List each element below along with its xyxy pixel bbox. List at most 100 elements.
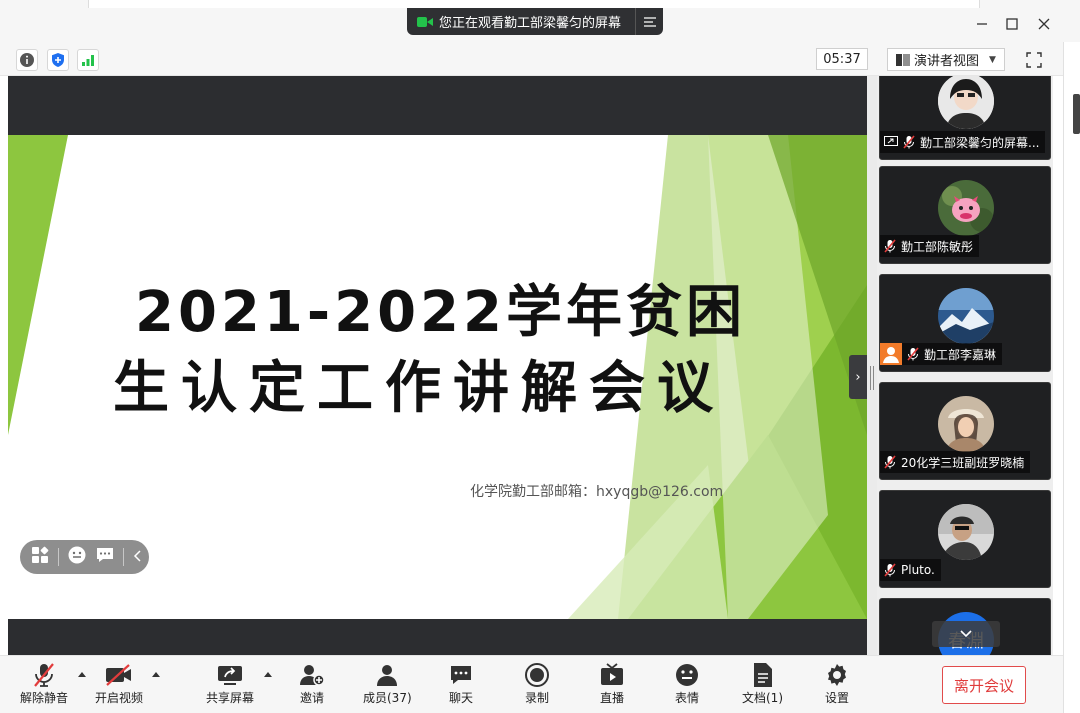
share-screen-label: 共享屏幕 <box>206 691 255 705</box>
start-video-button[interactable]: 开启视频 <box>95 660 143 710</box>
participant-nametag: 勤工部李嘉琳 <box>880 343 1003 365</box>
participant-tile[interactable]: 勤工部梁馨匀的屏幕... <box>879 76 1051 160</box>
record-icon <box>525 663 549 687</box>
slide-title-line-1: 2021-2022学年贫困 <box>135 280 746 345</box>
meeting-window: 您正在观看勤工部梁馨匀的屏幕 05:37 演讲者视图 ▼ 2021-2022学年… <box>0 0 1080 713</box>
participant-name: 勤工部梁馨匀的屏幕... <box>920 135 1040 150</box>
settings-button[interactable]: 设置 <box>824 660 850 710</box>
shared-screen-area: 2021-2022学年贫困 生认定工作讲解会议 化学院勤工部邮箱：hxyqgb@… <box>8 76 867 655</box>
apps-grid-icon[interactable] <box>30 545 50 569</box>
participant-nametag: 勤工部梁馨匀的屏幕... <box>880 131 1046 153</box>
chat-button[interactable]: 聊天 <box>449 660 473 710</box>
live-stream-button[interactable]: 直播 <box>599 660 625 710</box>
members-button[interactable]: 成员(37) <box>363 660 412 710</box>
participant-name: 20化学三班副班罗晓楠 <box>901 455 1025 470</box>
invite-button[interactable]: 邀请 <box>299 660 325 710</box>
chevron-left-icon[interactable] <box>132 548 144 567</box>
members-label: 成员(37) <box>363 691 412 705</box>
unmute-label: 解除静音 <box>20 691 69 705</box>
live-stream-label: 直播 <box>599 691 624 705</box>
video-options-caret-icon[interactable] <box>152 672 160 677</box>
security-shield-icon[interactable] <box>47 49 69 71</box>
chevron-down-icon <box>960 630 972 638</box>
view-switch-button[interactable]: 演讲者视图 ▼ <box>887 48 1005 71</box>
participant-nametag: Pluto. <box>880 559 941 581</box>
slide-email-text: 化学院勤工部邮箱：hxyqgb@126.com <box>470 484 724 500</box>
reactions-button[interactable]: 表情 <box>674 660 700 710</box>
fullscreen-icon[interactable] <box>1022 48 1046 72</box>
unmute-button[interactable]: 解除静音 <box>20 660 68 710</box>
share-screen-icon <box>218 666 242 685</box>
screen-share-banner[interactable]: 您正在观看勤工部梁馨匀的屏幕 <box>407 8 663 35</box>
scrollbar-thumb[interactable] <box>1073 94 1080 134</box>
participant-tile[interactable]: 勤工部李嘉琳 <box>879 274 1051 372</box>
meeting-info-bar: 05:37 演讲者视图 ▼ <box>0 42 1063 76</box>
maximize-icon[interactable] <box>1000 12 1024 36</box>
start-video-label: 开启视频 <box>95 691 144 705</box>
record-button[interactable]: 录制 <box>524 660 550 710</box>
toolbar-separator <box>123 548 124 566</box>
participant-name: Pluto. <box>901 563 935 577</box>
participant-name: 勤工部李嘉琳 <box>924 347 997 362</box>
mic-muted-icon <box>34 663 54 687</box>
minimize-icon[interactable] <box>970 12 994 36</box>
video-off-icon <box>106 664 131 686</box>
banner-menu-icon[interactable] <box>635 8 663 35</box>
audio-options-caret-icon[interactable] <box>78 672 86 677</box>
mic-muted-icon <box>907 347 919 361</box>
reactions-label: 表情 <box>674 691 699 705</box>
window-top-edge <box>88 0 980 8</box>
share-screen-button[interactable]: 共享屏幕 <box>206 660 254 710</box>
screen-share-icon <box>884 136 898 146</box>
reactions-smiley-icon <box>676 664 698 686</box>
scroll-down-button[interactable] <box>932 621 1000 647</box>
invite-user-icon <box>300 665 325 686</box>
document-icon <box>753 663 772 687</box>
avatar <box>938 76 994 129</box>
participant-tile[interactable]: 勤工部陈敏彤 <box>879 166 1051 264</box>
window-right-edge <box>1063 42 1080 713</box>
presentation-slide: 2021-2022学年贫困 生认定工作讲解会议 化学院勤工部邮箱：hxyqgb@… <box>8 135 867 619</box>
mic-muted-icon <box>884 239 896 253</box>
invite-label: 邀请 <box>299 691 324 705</box>
mic-muted-icon <box>903 135 915 149</box>
avatar <box>938 504 994 560</box>
chat-label: 聊天 <box>449 691 474 705</box>
meeting-timer: 05:37 <box>816 48 868 70</box>
gear-icon <box>828 664 846 686</box>
meeting-info-icon[interactable] <box>16 49 38 71</box>
documents-label: 文档(1) <box>742 691 783 705</box>
mic-muted-icon <box>884 563 896 577</box>
collapse-panel-chevron-right-icon[interactable]: › <box>849 355 867 399</box>
participant-name: 勤工部陈敏彤 <box>901 239 974 254</box>
splitter-grip-icon[interactable] <box>870 366 874 390</box>
avatar <box>938 396 994 452</box>
speaker-view-icon <box>896 53 910 66</box>
meeting-toolbar: 解除静音 开启视频 共享屏幕 邀请 成员(37) 聊天 录制 直播 表情 文档(… <box>0 655 1063 713</box>
participant-tile[interactable]: 20化学三班副班罗晓楠 <box>879 382 1051 480</box>
documents-button[interactable]: 文档(1) <box>742 660 783 710</box>
avatar <box>938 180 994 236</box>
members-icon <box>377 665 398 686</box>
chat-bubble-icon[interactable] <box>95 545 115 569</box>
network-signal-icon[interactable] <box>77 49 99 71</box>
host-avatar-icon <box>880 343 902 365</box>
participant-video-panel: 勤工部梁馨匀的屏幕... 勤工部陈敏彤 勤工部李嘉琳 20化学三班副班罗晓楠 P… <box>877 76 1053 655</box>
emoji-icon[interactable] <box>67 545 87 569</box>
settings-label: 设置 <box>824 691 849 705</box>
toolbar-separator <box>58 548 59 566</box>
video-camera-icon <box>417 16 433 28</box>
close-icon[interactable] <box>1032 12 1056 36</box>
slide-title-line-2: 生认定工作讲解会议 <box>113 356 725 421</box>
leave-meeting-button[interactable]: 离开会议 <box>942 666 1026 704</box>
mic-muted-icon <box>884 455 896 469</box>
share-options-caret-icon[interactable] <box>264 672 272 677</box>
screen-share-banner-text: 您正在观看勤工部梁馨匀的屏幕 <box>439 16 622 31</box>
live-stream-icon <box>601 663 623 685</box>
participant-tile[interactable]: Pluto. <box>879 490 1051 588</box>
slide-title: 2021-2022学年贫困 生认定工作讲解会议 <box>113 275 746 427</box>
participant-tile[interactable]: 春淵 <box>879 598 1051 655</box>
view-switch-label: 演讲者视图 <box>914 54 980 69</box>
record-label: 录制 <box>524 691 549 705</box>
chevron-down-icon: ▼ <box>989 54 996 65</box>
